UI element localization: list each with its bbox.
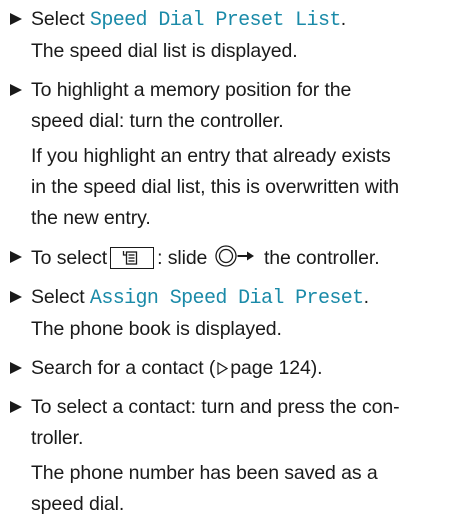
- step-note-line: the new entry.: [31, 207, 151, 229]
- step-prefix: Search for a contact (: [31, 357, 216, 379]
- step-note-line: in the speed dial list, this is overwrit…: [31, 176, 400, 198]
- step-prefix: Select: [31, 286, 90, 308]
- step-select-softkey: To select : slide the controller.: [7, 242, 459, 274]
- step-arrow-icon: [10, 291, 22, 303]
- step-instruction: Search for a contact ( page 124).: [31, 353, 459, 384]
- step-highlight-memory-position: To highlight a memory position for the s…: [7, 75, 459, 234]
- step-note-line: If you highlight an entry that already e…: [31, 145, 391, 167]
- step-instruction-line: To highlight a memory position for the: [31, 79, 352, 101]
- step-middle: : slide: [157, 247, 208, 269]
- page-reference-triangle-icon: [217, 354, 229, 385]
- step-arrow-icon: [10, 251, 22, 263]
- controller-slide-right-icon: [214, 245, 257, 277]
- step-instruction-line: speed dial: turn the controller.: [31, 110, 284, 132]
- step-result: The speed dial list is displayed.: [31, 40, 298, 62]
- step-arrow-icon: [10, 401, 22, 413]
- menu-item-speed-dial-preset-list: Speed Dial Preset List: [89, 9, 341, 32]
- phonebook-softkey-icon: [110, 247, 155, 269]
- page-reference[interactable]: page 124: [230, 357, 311, 379]
- step-result-line: speed dial.: [31, 493, 125, 515]
- step-instruction: Select Assign Speed Dial Preset.: [31, 282, 459, 314]
- step-select-speed-dial-preset-list: Select Speed Dial Preset List. The speed…: [7, 4, 459, 67]
- step-suffix: .: [363, 286, 369, 308]
- step-arrow-icon: [10, 84, 22, 96]
- step-suffix: .: [340, 8, 347, 30]
- step-result: The phone book is displayed.: [31, 318, 282, 340]
- step-select-contact: To select a contact: turn and press the …: [7, 392, 459, 520]
- step-prefix: Select: [31, 8, 90, 30]
- step-instruction: To select : slide the controller.: [31, 242, 459, 274]
- step-search-contact: Search for a contact ( page 124).: [7, 353, 459, 384]
- step-instruction: Select Speed Dial Preset List.: [31, 4, 459, 36]
- step-prefix: To select: [31, 247, 108, 269]
- step-arrow-icon: [10, 362, 22, 374]
- step-assign-speed-dial-preset: Select Assign Speed Dial Preset. The pho…: [7, 282, 459, 345]
- instruction-list: Select Speed Dial Preset List. The speed…: [7, 4, 459, 528]
- step-instruction-line: To select a contact: turn and press the …: [31, 396, 400, 418]
- menu-item-assign-speed-dial-preset: Assign Speed Dial Preset: [89, 287, 364, 310]
- step-suffix: ).: [310, 357, 323, 379]
- step-arrow-icon: [10, 13, 22, 25]
- step-instruction-line: troller.: [31, 427, 84, 449]
- step-suffix: the controller.: [263, 247, 380, 269]
- step-result-line: The phone number has been saved as a: [31, 462, 378, 484]
